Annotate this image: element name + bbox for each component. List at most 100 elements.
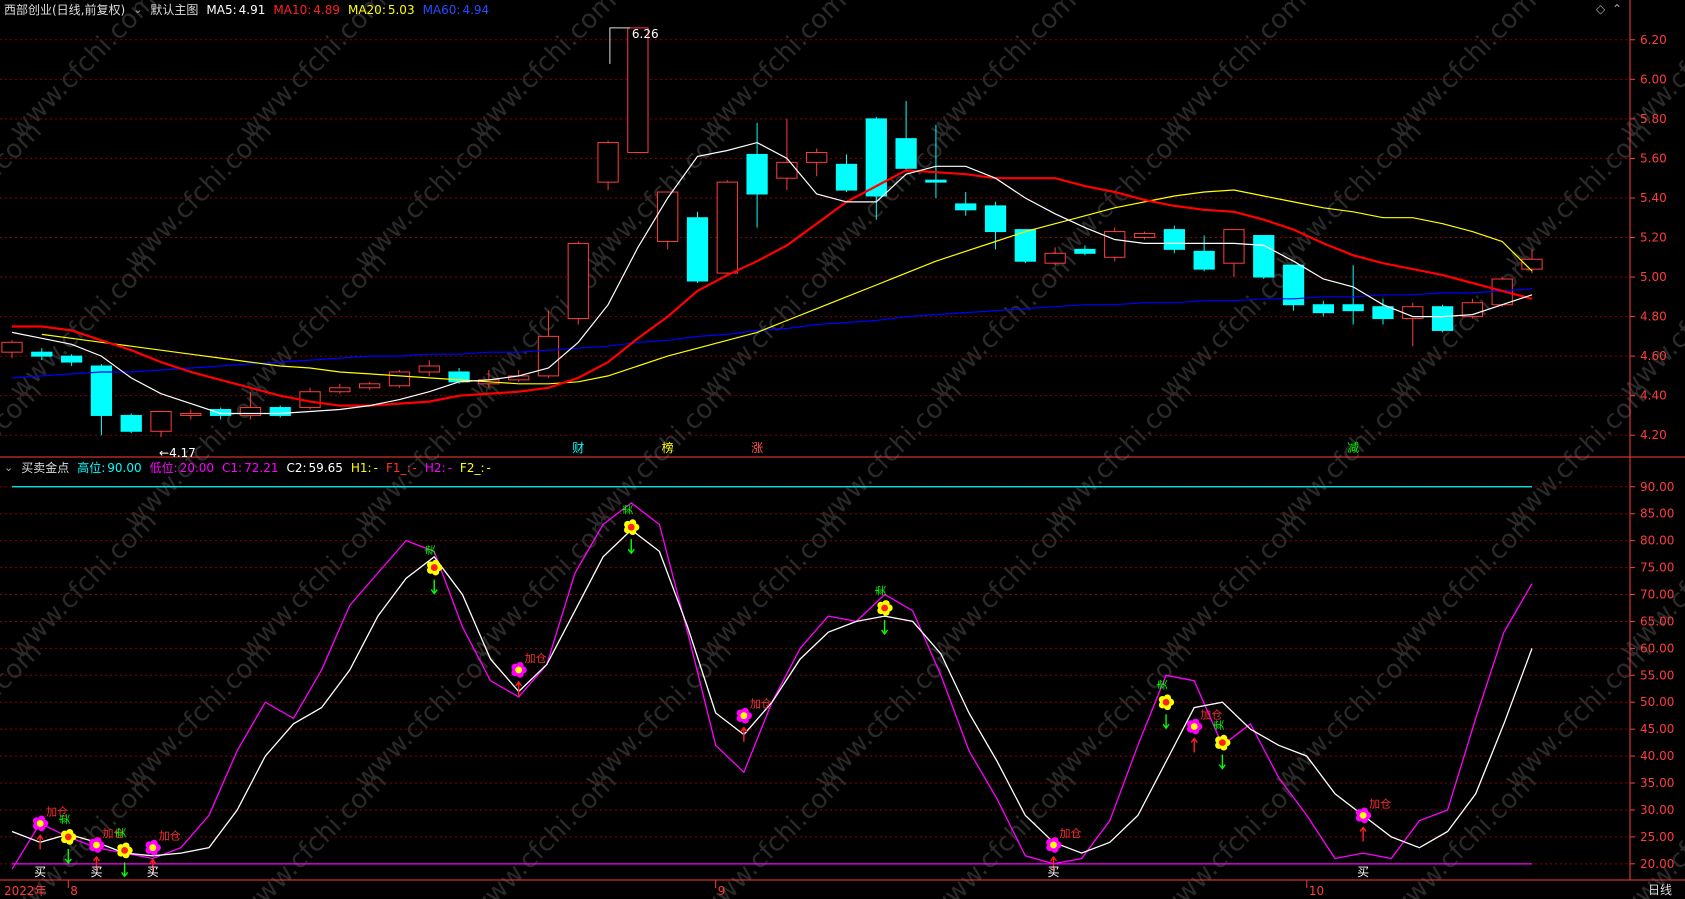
flower-center	[881, 604, 888, 612]
candle-body	[806, 151, 828, 163]
signal-flower	[1158, 694, 1175, 711]
candle[interactable]	[150, 411, 172, 438]
osc-tick-label: 90.00	[1640, 480, 1674, 494]
candle-body	[31, 351, 53, 357]
ma20-label: MA20:	[347, 2, 386, 17]
candle[interactable]	[1133, 231, 1156, 240]
flower-center	[430, 564, 438, 571]
candle-body	[269, 407, 291, 416]
flower-center	[36, 820, 44, 827]
candle[interactable]	[1223, 229, 1245, 278]
candle-body	[1, 341, 23, 353]
add-position-label: 加仓	[525, 651, 547, 665]
candle[interactable]	[1253, 235, 1275, 280]
candle[interactable]	[716, 180, 738, 276]
osc-tick-label: 70.00	[1640, 588, 1674, 602]
candle[interactable]	[657, 191, 679, 250]
candle[interactable]	[955, 192, 977, 216]
candle[interactable]	[1163, 225, 1185, 254]
candle[interactable]	[627, 27, 649, 153]
flower-center	[1050, 841, 1057, 849]
candle[interactable]	[597, 140, 619, 191]
osc-tick-label: 25.00	[1640, 830, 1674, 844]
watermark-text: www.cfchi.com	[0, 116, 48, 275]
candle-body	[567, 242, 589, 320]
up-arrow-icon	[1359, 826, 1367, 842]
candle[interactable]	[1431, 304, 1454, 333]
candle[interactable]	[180, 409, 202, 420]
stock-title[interactable]: 西部创业(日线,前复权)	[4, 1, 125, 18]
candle-body	[1372, 306, 1394, 320]
down-arrow-icon	[1162, 714, 1170, 730]
watermark-text: www.cfchi.com	[694, 766, 853, 899]
candle[interactable]	[1193, 235, 1215, 272]
candle[interactable]	[1014, 229, 1036, 264]
add-position-label: 加仓	[159, 829, 181, 843]
candle[interactable]	[1104, 227, 1126, 262]
diamond-icon[interactable]: ◇	[1596, 2, 1605, 16]
candle[interactable]	[895, 101, 917, 171]
candle[interactable]	[269, 405, 291, 418]
candle-body	[835, 163, 858, 191]
candle-body	[1342, 304, 1364, 312]
price-tick-label: 4.60	[1640, 349, 1667, 363]
candle-body	[1104, 231, 1126, 258]
candle-body	[359, 383, 381, 389]
candle[interactable]	[1372, 298, 1394, 325]
ma60-label: MA60:	[422, 2, 461, 17]
high-label: 高位:	[77, 461, 106, 475]
price-tick-label: 5.20	[1640, 231, 1667, 245]
osc-tick-label: 20.00	[1640, 857, 1674, 871]
period-tab[interactable]: 日线	[1648, 881, 1672, 898]
candle[interactable]	[1342, 265, 1364, 325]
watermark-layer: www.cfchi.com www.cfchi.com www.cfchi.com w…	[0, 0, 1685, 899]
osc-tick-label: 60.00	[1640, 641, 1674, 655]
chart-name[interactable]: 默认主图	[150, 1, 198, 18]
chart-canvas[interactable]: www.cfchi.com www.cfchi.com www.cfchi.com w…	[0, 0, 1685, 899]
candle[interactable]	[984, 201, 1007, 250]
flower-center	[740, 712, 748, 720]
candle-body	[597, 142, 619, 183]
max-pointer	[609, 27, 630, 64]
flower-center	[121, 846, 128, 854]
candle[interactable]	[90, 364, 113, 436]
h1-value: -	[373, 460, 378, 475]
signal-flower	[1215, 734, 1231, 751]
candle[interactable]	[1282, 264, 1305, 311]
candle[interactable]	[299, 387, 321, 410]
candle-body	[716, 181, 738, 274]
buy-mark: 买	[90, 865, 102, 879]
candle[interactable]	[686, 211, 709, 283]
event-label: 榜	[662, 440, 674, 455]
osc-tick-label: 75.00	[1640, 561, 1674, 575]
candle[interactable]	[329, 383, 351, 394]
chevron-down-icon[interactable]: ⌄	[133, 3, 142, 16]
candle[interactable]	[120, 413, 142, 434]
candle[interactable]	[418, 360, 440, 376]
f1-label: F1_:	[385, 460, 411, 475]
candle-body	[746, 153, 768, 195]
candle[interactable]	[1, 340, 23, 359]
candle[interactable]	[567, 241, 589, 325]
candle-body	[150, 411, 172, 432]
candle-body	[865, 118, 887, 197]
h2-label: H2:	[424, 460, 446, 475]
max-price-label: 6.26	[632, 27, 659, 41]
add-position-label: 加仓	[750, 697, 772, 711]
candle[interactable]	[835, 154, 858, 193]
candle[interactable]	[806, 148, 828, 177]
candle[interactable]	[746, 122, 768, 228]
down-arrow-icon	[1218, 754, 1226, 770]
candle[interactable]	[388, 369, 411, 388]
candle[interactable]	[1402, 302, 1424, 347]
x-tick-label: 10	[1309, 884, 1324, 898]
candle-body	[686, 217, 709, 282]
signal-flower	[117, 842, 133, 859]
candle[interactable]	[359, 381, 381, 390]
price-tick-label: 5.80	[1640, 112, 1667, 126]
candle[interactable]	[1312, 300, 1335, 317]
indicator-name[interactable]: 买卖金点	[21, 459, 69, 476]
scroll-up-icon[interactable]: ⌃	[1612, 2, 1622, 16]
collapse-icon[interactable]: ⌄	[4, 461, 13, 474]
sell-label: 卖	[1212, 720, 1225, 731]
